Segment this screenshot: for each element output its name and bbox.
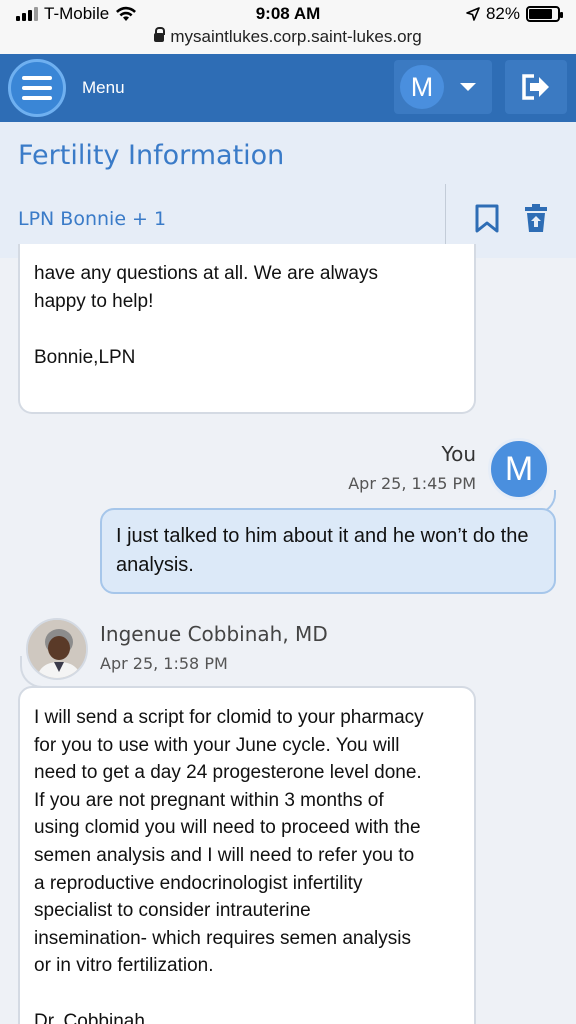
message-bubble-you: I just talked to him about it and he won… xyxy=(100,508,556,594)
divider xyxy=(445,184,446,252)
app-header: Menu M xyxy=(0,54,576,122)
message-text: I will send a script for clomid to your … xyxy=(34,707,424,1024)
message-bubble-doctor: I will send a script for clomid to your … xyxy=(18,686,476,1024)
sender-name-doctor: Ingenue Cobbinah, MD xyxy=(100,622,328,646)
message-text: I just talked to him about it and he won… xyxy=(116,525,529,576)
lock-icon xyxy=(154,27,166,42)
trash-icon[interactable] xyxy=(524,202,548,234)
participants-link[interactable]: LPN Bonnie + 1 xyxy=(18,208,166,230)
message-timestamp: Apr 25, 1:58 PM xyxy=(100,654,228,673)
status-bar: T-Mobile 9:08 AM 82% mysaintlukes.corp.s… xyxy=(0,0,576,54)
battery-icon xyxy=(526,6,563,22)
caret-down-icon xyxy=(460,83,476,91)
bookmark-icon[interactable] xyxy=(474,204,500,234)
menu-button[interactable] xyxy=(8,59,66,117)
avatar-you: M xyxy=(488,438,550,500)
battery-percent: 82% xyxy=(485,4,520,23)
message-bubble-bonnie: have any questions at all. We are always… xyxy=(18,244,476,414)
url-text: mysaintlukes.corp.saint-lukes.org xyxy=(170,27,422,46)
sender-name-you: You xyxy=(441,442,476,466)
battery-fill xyxy=(529,9,552,19)
conversation-subject: Fertility Information xyxy=(18,140,285,171)
logout-button[interactable] xyxy=(505,60,567,114)
message-text: have any questions at all. We are always… xyxy=(34,263,378,368)
hamburger-icon xyxy=(22,76,52,80)
address-bar[interactable]: mysaintlukes.corp.saint-lukes.org xyxy=(0,27,576,47)
avatar-doctor xyxy=(26,618,88,680)
menu-label[interactable]: Menu xyxy=(82,78,125,98)
user-avatar: M xyxy=(400,65,444,109)
location-arrow-icon xyxy=(466,7,480,21)
conversation-header: Fertility Information LPN Bonnie + 1 xyxy=(0,122,576,258)
account-menu-button[interactable]: M xyxy=(394,60,492,114)
logout-icon xyxy=(522,74,549,100)
